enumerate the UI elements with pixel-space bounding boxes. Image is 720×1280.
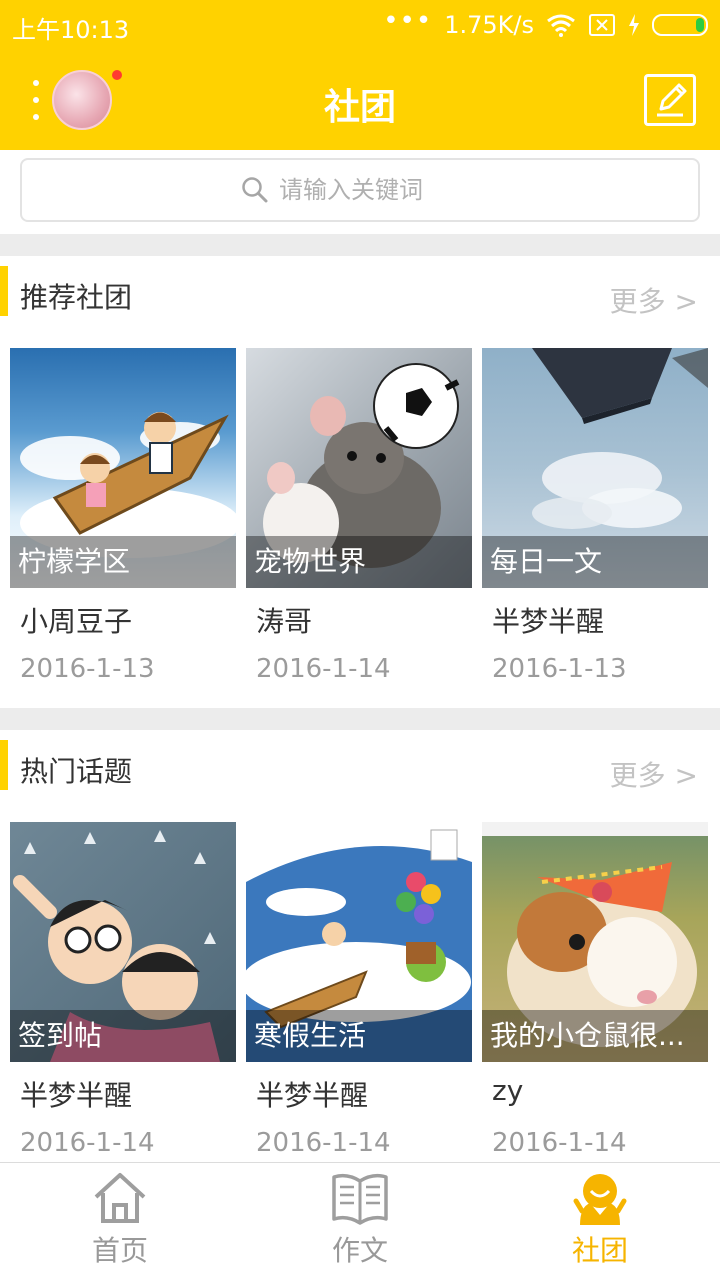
wifi-icon — [547, 14, 575, 37]
more-link[interactable]: 更多 > — [610, 754, 698, 794]
topic-date: 2016-1-14 — [492, 1128, 627, 1158]
club-date: 2016-1-13 — [492, 654, 627, 684]
nav-label: 社团 — [571, 1234, 628, 1267]
topic-thumbnail: 寒假生活 — [246, 822, 472, 1062]
nav-label: 作文 — [331, 1234, 388, 1267]
club-author: 半梦半醒 — [492, 605, 605, 638]
topic-date: 2016-1-14 — [256, 1128, 391, 1158]
page-title: 社团 — [323, 87, 396, 128]
club-name: 每日一文 — [482, 536, 708, 588]
section-title: 热门话题 — [20, 755, 133, 788]
topic-author: 半梦半醒 — [20, 1079, 133, 1112]
nav-label: 首页 — [91, 1234, 148, 1267]
edit-button[interactable] — [644, 74, 696, 126]
more-link[interactable]: 更多 > — [610, 280, 698, 320]
section-hot-topics: 热门话题 更多 > 签到帖 半梦半醒 2016-1-14 寒假生活 半梦半醒 2… — [0, 730, 720, 1182]
club-thumbnail: 宠物世界 — [246, 348, 472, 588]
section-accent-bar — [0, 266, 8, 316]
more-dots-icon: ••• — [383, 6, 433, 36]
club-thumbnail: 柠檬学区 — [10, 348, 236, 588]
topic-name: 签到帖 — [10, 1010, 236, 1062]
club-name: 柠檬学区 — [10, 536, 236, 588]
section-title: 推荐社团 — [20, 281, 133, 314]
no-sim-icon — [589, 14, 615, 36]
topic-card[interactable]: 我的小仓鼠很... zy 2016-1-14 — [482, 822, 708, 1160]
club-author: 小周豆子 — [20, 605, 133, 638]
network-speed: 1.75K/s — [444, 11, 534, 39]
search-input[interactable] — [279, 176, 479, 204]
book-icon — [332, 1173, 388, 1225]
section-recommended-clubs: 推荐社团 更多 > 柠檬学区 小周豆子 2016-1-13 宠物世界 涛哥 20… — [0, 256, 720, 708]
topic-name: 寒假生活 — [246, 1010, 472, 1062]
bottom-nav: 首页 作文 社团 — [0, 1162, 720, 1280]
status-time: 上午10:13 — [12, 16, 130, 44]
club-date: 2016-1-13 — [20, 654, 155, 684]
battery-icon — [652, 14, 708, 36]
topic-card[interactable]: 寒假生活 半梦半醒 2016-1-14 — [246, 822, 472, 1160]
topic-thumbnail: 我的小仓鼠很... — [482, 822, 708, 1062]
home-icon — [94, 1173, 146, 1223]
topic-card[interactable]: 签到帖 半梦半醒 2016-1-14 — [10, 822, 236, 1160]
club-date: 2016-1-14 — [256, 654, 391, 684]
nav-community[interactable]: 社团 — [480, 1171, 720, 1280]
club-card[interactable]: 宠物世界 涛哥 2016-1-14 — [246, 348, 472, 686]
community-icon — [573, 1174, 627, 1225]
status-bar: 上午10:13 ••• 1.75K/s — [0, 0, 720, 50]
nav-home[interactable]: 首页 — [0, 1171, 240, 1280]
club-name: 宠物世界 — [246, 536, 472, 588]
topic-thumbnail: 签到帖 — [10, 822, 236, 1062]
topic-author: zy — [492, 1074, 524, 1107]
section-accent-bar — [0, 740, 8, 790]
club-thumbnail: 每日一文 — [482, 348, 708, 588]
club-author: 涛哥 — [256, 605, 313, 638]
club-card[interactable]: 柠檬学区 小周豆子 2016-1-13 — [10, 348, 236, 686]
search-area — [0, 150, 720, 234]
search-icon — [242, 177, 268, 203]
nav-composition[interactable]: 作文 — [240, 1171, 480, 1280]
club-card[interactable]: 每日一文 半梦半醒 2016-1-13 — [482, 348, 708, 686]
status-indicators: ••• 1.75K/s — [383, 8, 708, 42]
topic-author: 半梦半醒 — [256, 1079, 369, 1112]
topic-date: 2016-1-14 — [20, 1128, 155, 1158]
charging-icon — [629, 14, 639, 36]
pencil-icon — [657, 83, 687, 117]
title-bar: 社团 — [0, 50, 720, 150]
topic-name: 我的小仓鼠很... — [482, 1010, 708, 1062]
search-box[interactable] — [20, 158, 700, 222]
